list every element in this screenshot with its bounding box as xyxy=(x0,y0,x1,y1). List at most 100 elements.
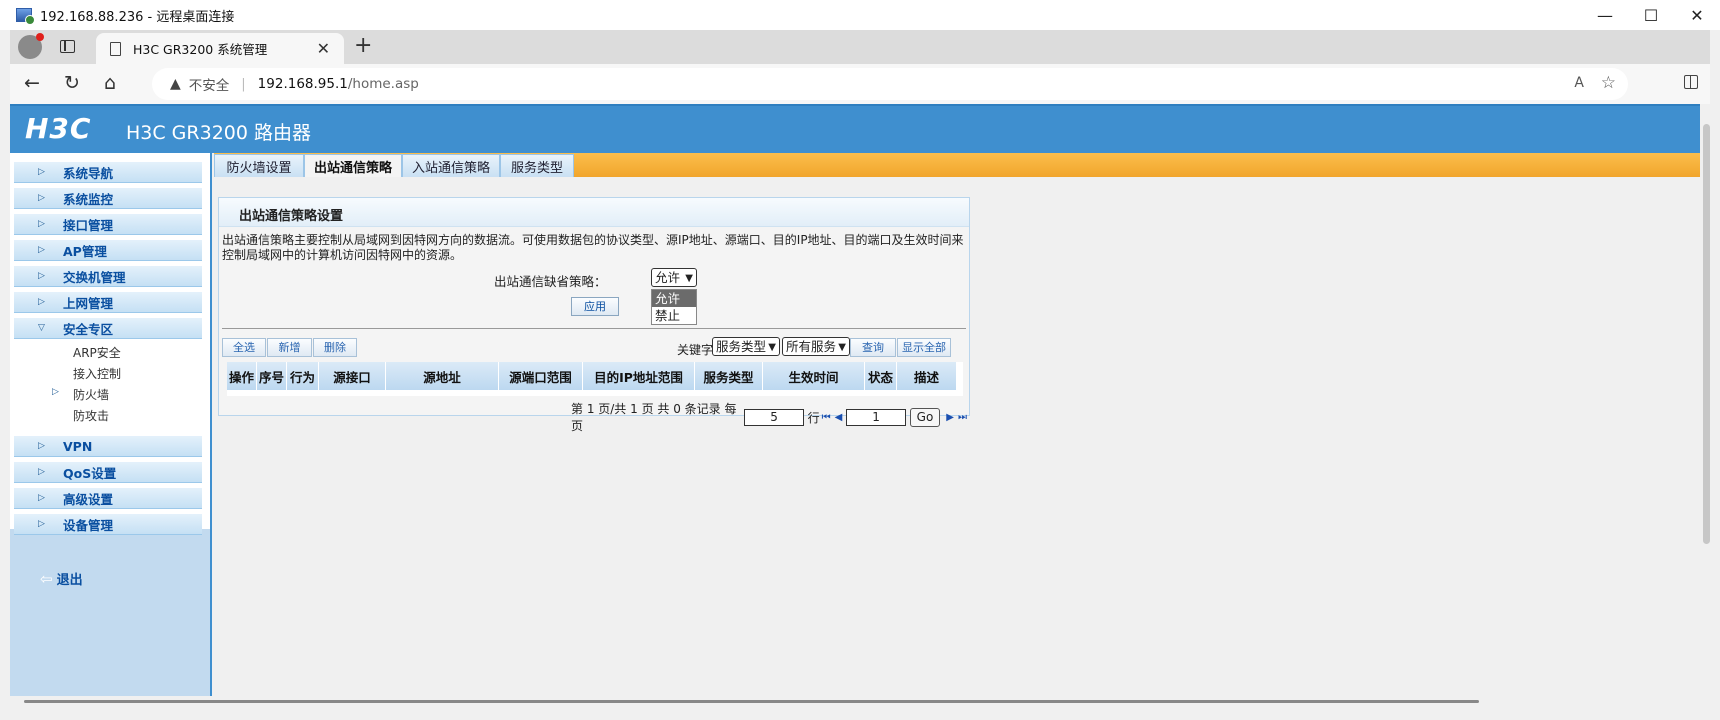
option-deny[interactable]: 禁止 xyxy=(652,307,696,324)
arrow-down-icon: ▽ xyxy=(38,323,45,333)
arrow-right-icon: ▷ xyxy=(38,167,45,177)
url-path: /home.asp xyxy=(347,76,419,92)
nav-item-system-navigation[interactable]: ▷ 系统导航 xyxy=(14,161,202,183)
default-policy-select[interactable]: 允许 ▼ xyxy=(651,268,697,287)
add-button[interactable]: 新增 xyxy=(267,338,312,357)
arrow-right-icon: ▷ xyxy=(38,271,45,281)
column-header: 状态 xyxy=(865,362,897,390)
panel-description: 出站通信策略主要控制从局域网到因特网方向的数据流。可使用数据包的协议类型、源IP… xyxy=(222,233,964,262)
address-bar: ← ↻ ⌂ ▲ 不安全 | 192.168.95.1/home.asp A ☆ xyxy=(10,64,1710,104)
arrow-right-icon: ▷ xyxy=(38,467,45,477)
rdp-title-bar: 192.168.88.236 - 远程桌面连接 — ☐ ✕ xyxy=(0,0,1720,30)
column-header: 操作 xyxy=(227,362,257,390)
close-tab-icon[interactable]: ✕ xyxy=(317,39,330,58)
logout-icon: ⇦ xyxy=(40,569,53,588)
page-icon xyxy=(110,41,121,56)
browser-tab-title: H3C GR3200 系统管理 xyxy=(133,42,268,57)
nav-item-system-monitor[interactable]: ▷ 系统监控 xyxy=(14,187,202,209)
favorite-star-icon[interactable]: ☆ xyxy=(1601,73,1616,93)
column-header: 源接口 xyxy=(319,362,386,390)
next-page-icon[interactable]: ▶ xyxy=(946,412,954,423)
page-number-input[interactable]: 1 xyxy=(846,408,906,426)
default-policy-dropdown: 允许 禁止 xyxy=(651,289,697,325)
insecure-label[interactable]: 不安全 xyxy=(189,74,230,94)
vertical-scrollbar[interactable] xyxy=(1703,104,1710,694)
rows-label: 行 xyxy=(807,410,820,425)
pager-summary: 第 1 页/共 1 页 共 0 条记录 每页 xyxy=(571,402,737,433)
arrow-right-icon: ▷ xyxy=(38,245,45,255)
arrow-right-icon: ▷ xyxy=(52,387,59,397)
nav-item-device-management[interactable]: ▷ 设备管理 xyxy=(14,513,202,535)
column-header: 序号 xyxy=(257,362,287,390)
tab-firewall-settings[interactable]: 防火墙设置 xyxy=(214,154,304,177)
minimize-button[interactable]: — xyxy=(1582,0,1628,30)
tab-actions-icon[interactable] xyxy=(60,40,75,53)
table-header: 操作 序号 行为 源接口 源地址 源端口范围 目的IP地址范围 服务类型 生效时… xyxy=(227,362,957,390)
router-title: H3C GR3200 路由器 xyxy=(126,122,311,144)
last-page-icon[interactable]: ⏭ xyxy=(958,412,967,423)
policy-table: 操作 序号 行为 源接口 源地址 源端口范围 目的IP地址范围 服务类型 生效时… xyxy=(227,362,963,396)
warning-icon[interactable]: ▲ xyxy=(170,76,181,92)
query-button[interactable]: 查询 xyxy=(850,338,896,357)
nav-item-security-zone[interactable]: ▽ 安全专区 xyxy=(14,317,202,339)
read-aloud-icon[interactable]: A xyxy=(1574,75,1584,91)
window-title: 192.168.88.236 - 远程桌面连接 xyxy=(40,9,235,25)
default-policy-label: 出站通信缺省策略： xyxy=(494,274,607,289)
sub-item-access-control[interactable]: 接入控制 xyxy=(73,365,121,382)
browser-tab-strip: H3C GR3200 系统管理 ✕ + xyxy=(10,30,1710,64)
vertical-scroll-thumb[interactable] xyxy=(1703,124,1710,544)
tab-service-type[interactable]: 服务类型 xyxy=(500,154,574,177)
sub-item-arp-security[interactable]: ARP安全 xyxy=(73,344,121,361)
sub-item-firewall[interactable]: 防火墙 xyxy=(73,386,109,403)
nav-item-vpn[interactable]: ▷ VPN xyxy=(14,435,202,457)
delete-button[interactable]: 删除 xyxy=(313,338,357,357)
per-page-input[interactable]: 5 xyxy=(744,408,804,426)
url-field[interactable]: ▲ 不安全 | 192.168.95.1/home.asp A ☆ xyxy=(152,68,1628,100)
column-header: 目的IP地址范围 xyxy=(583,362,695,390)
close-window-button[interactable]: ✕ xyxy=(1674,0,1720,30)
h3c-logo: H3C xyxy=(25,112,92,145)
show-all-button[interactable]: 显示全部 xyxy=(897,338,951,357)
select-all-button[interactable]: 全选 xyxy=(222,338,266,357)
refresh-icon[interactable]: ↻ xyxy=(64,72,80,94)
home-icon[interactable]: ⌂ xyxy=(104,72,116,94)
back-icon[interactable]: ← xyxy=(24,72,40,94)
url-separator: | xyxy=(241,76,246,92)
router-header: H3C H3C GR3200 路由器 xyxy=(10,104,1700,153)
keyword-type-select[interactable]: 服务类型 ▼ xyxy=(712,337,780,356)
prev-page-icon[interactable]: ◀ xyxy=(835,412,843,423)
nav-item-switch-management[interactable]: ▷ 交换机管理 xyxy=(14,265,202,287)
panel-title: 出站通信策略设置 xyxy=(219,198,969,227)
go-button[interactable]: Go xyxy=(909,407,941,427)
nav-item-internet-management[interactable]: ▷ 上网管理 xyxy=(14,291,202,313)
maximize-button[interactable]: ☐ xyxy=(1628,0,1674,30)
new-tab-button[interactable]: + xyxy=(354,33,372,58)
first-page-icon[interactable]: ⏮ xyxy=(822,412,831,423)
nav-item-interface-management[interactable]: ▷ 接口管理 xyxy=(14,213,202,235)
nav-item-ap-management[interactable]: ▷ AP管理 xyxy=(14,239,202,261)
column-header: 生效时间 xyxy=(763,362,865,390)
chevron-down-icon: ▼ xyxy=(838,342,846,353)
profile-icon[interactable] xyxy=(18,33,44,59)
apply-button[interactable]: 应用 xyxy=(571,297,619,316)
nav-item-advanced-settings[interactable]: ▷ 高级设置 xyxy=(14,487,202,509)
browser-tab[interactable]: H3C GR3200 系统管理 ✕ xyxy=(96,33,344,64)
option-allow[interactable]: 允许 xyxy=(652,290,696,307)
tab-inbound-policy[interactable]: 入站通信策略 xyxy=(402,154,500,177)
tab-outbound-policy[interactable]: 出站通信策略 xyxy=(304,154,402,177)
nav-item-qos-settings[interactable]: ▷ QoS设置 xyxy=(14,461,202,483)
arrow-right-icon: ▷ xyxy=(38,193,45,203)
sub-item-anti-attack[interactable]: 防攻击 xyxy=(73,407,109,424)
arrow-right-icon: ▷ xyxy=(38,493,45,503)
horizontal-scrollbar[interactable] xyxy=(10,696,1703,706)
divider xyxy=(222,328,966,329)
logout-link[interactable]: ⇦ 退出 xyxy=(40,569,83,589)
keyword-value-select[interactable]: 所有服务 ▼ xyxy=(782,337,850,356)
arrow-right-icon: ▷ xyxy=(38,219,45,229)
arrow-right-icon: ▷ xyxy=(38,519,45,529)
column-header: 描述 xyxy=(897,362,957,390)
horizontal-scroll-thumb[interactable] xyxy=(24,700,1479,703)
split-screen-icon[interactable] xyxy=(1684,75,1698,89)
chevron-down-icon: ▼ xyxy=(685,273,693,284)
left-navigation-footer xyxy=(10,529,210,696)
